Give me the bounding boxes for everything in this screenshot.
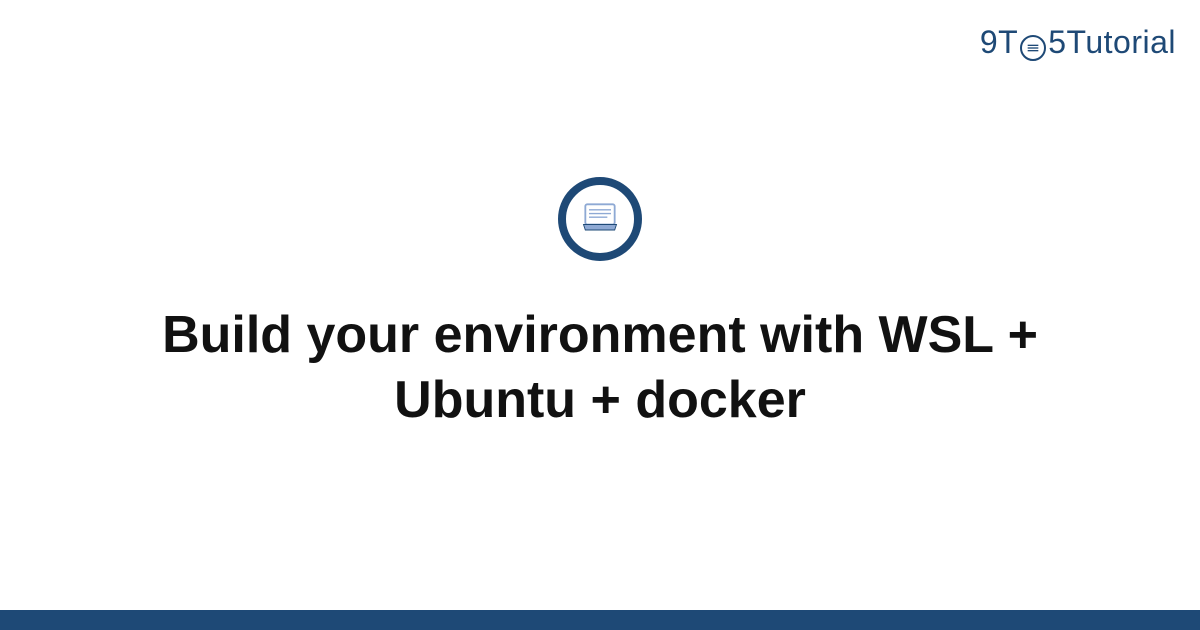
page-title: Build your environment with WSL + Ubuntu…: [110, 303, 1090, 433]
footer-bar: [0, 610, 1200, 630]
hero-section: Build your environment with WSL + Ubuntu…: [0, 0, 1200, 610]
laptop-icon: [558, 177, 642, 261]
